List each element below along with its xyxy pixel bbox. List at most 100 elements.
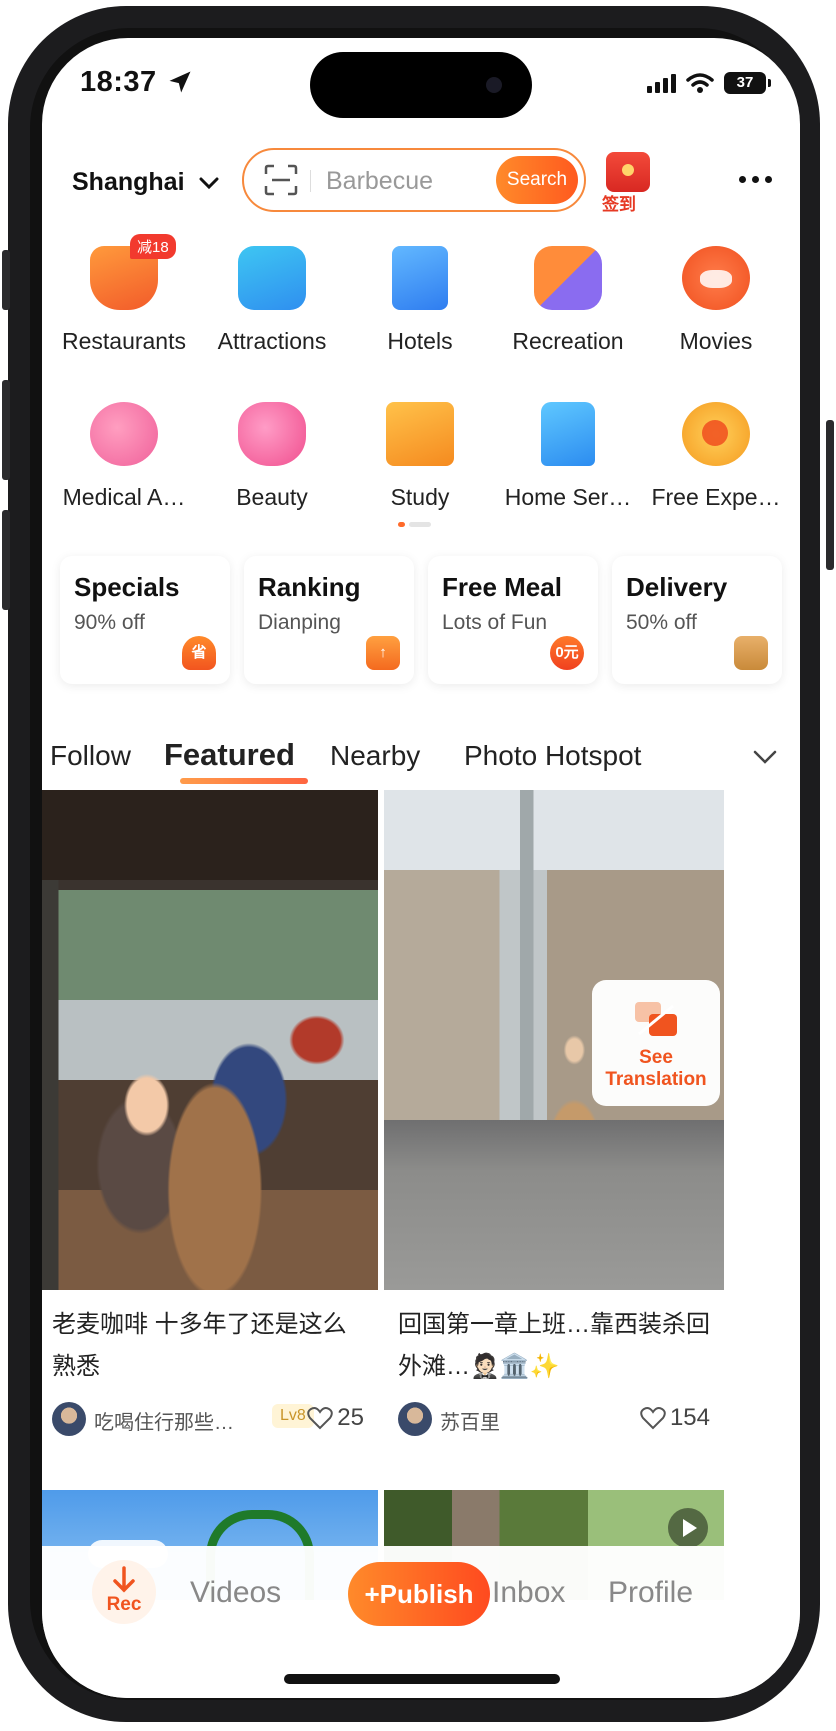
search-input[interactable]: Barbecue (326, 167, 433, 196)
search-bar[interactable]: Barbecue Search (242, 148, 586, 212)
medical-icon (90, 402, 158, 466)
cafe-photo[interactable] (42, 790, 378, 1290)
more-dot (752, 176, 759, 183)
card-title: 老麦咖啡 十多年了还是这么熟悉 (52, 1311, 347, 1380)
bund-photo[interactable]: See Translation (384, 790, 724, 1290)
like-count: 25 (337, 1404, 364, 1431)
card-title: 回国第一章上班…靠西装杀回外滩…🤵🏻🏛️✨ (398, 1311, 710, 1380)
location-arrow-icon (169, 71, 191, 93)
category-medical[interactable]: Medical A… (50, 394, 198, 514)
promo-specials[interactable]: Specials 90% off 省 (60, 556, 230, 684)
tab-nearby[interactable]: Nearby (330, 740, 420, 772)
tab-photo-hotspot[interactable]: Photo Hotspot (464, 740, 641, 772)
category-label: Attractions (217, 328, 327, 354)
study-icon (386, 402, 454, 466)
translate-icon (635, 1002, 677, 1036)
signal-icon (647, 73, 676, 93)
discount-badge: 减18 (130, 234, 176, 259)
publish-button[interactable]: +Publish (348, 1562, 490, 1626)
avatar[interactable] (398, 1402, 432, 1436)
avatar[interactable] (52, 1402, 86, 1436)
category-beauty[interactable]: Beauty (198, 394, 346, 514)
chevron-down-icon[interactable] (752, 744, 778, 770)
feed-card[interactable]: 老麦咖啡 十多年了还是这么熟悉 吃喝住行那些… Lv8 25 (42, 790, 378, 1440)
category-recreation[interactable]: Recreation (494, 238, 642, 358)
heart-icon (640, 1407, 666, 1430)
category-study[interactable]: Study (346, 394, 494, 514)
city-selector[interactable]: Shanghai (72, 168, 219, 197)
nav-rec[interactable]: Rec (92, 1560, 156, 1624)
category-label: Recreation (512, 328, 624, 354)
app-screen: 18:37 37 Shanghai Barbecue Search 签到 减18… (42, 38, 800, 1698)
home-services-icon (541, 402, 595, 466)
hotels-icon (392, 246, 448, 310)
attractions-icon (238, 246, 306, 310)
category-movies[interactable]: Movies (642, 238, 790, 358)
savings-icon: 省 (182, 636, 216, 670)
checkin-label: 签到 (602, 195, 636, 214)
tab-featured[interactable]: Featured (164, 737, 295, 773)
like-button[interactable]: 25 (307, 1404, 364, 1432)
free-experience-icon (682, 402, 750, 466)
nav-videos[interactable]: Videos (190, 1576, 281, 1610)
category-label: Study (390, 484, 450, 510)
promo-subtitle: 50% off (626, 611, 697, 634)
more-menu-button[interactable] (739, 176, 772, 183)
category-label: Movies (679, 328, 753, 354)
promo-ranking[interactable]: Ranking Dianping ↑ (244, 556, 414, 684)
scan-icon[interactable] (264, 164, 298, 196)
wifi-icon (686, 73, 714, 93)
promo-free-meal[interactable]: Free Meal Lots of Fun 0元 (428, 556, 598, 684)
side-button (2, 510, 10, 610)
nav-inbox[interactable]: Inbox (492, 1576, 565, 1610)
category-restaurants[interactable]: 减18 Restaurants (50, 234, 198, 358)
camera-dot (486, 77, 502, 93)
category-free-experience[interactable]: Free Expe… (642, 394, 790, 514)
promo-delivery[interactable]: Delivery 50% off (612, 556, 782, 684)
page-dot (409, 522, 431, 527)
promo-subtitle: Lots of Fun (442, 611, 548, 634)
category-label: Beauty (236, 484, 308, 510)
category-hotels[interactable]: Hotels (346, 238, 494, 358)
delivery-bag-icon (734, 636, 768, 670)
category-home-services[interactable]: Home Ser… (494, 394, 642, 514)
author-name[interactable]: 苏百里 (440, 1406, 500, 1435)
page-indicator (398, 522, 431, 527)
promo-title: Delivery (626, 572, 728, 602)
category-attractions[interactable]: Attractions (198, 238, 346, 358)
header: Shanghai Barbecue Search 签到 (42, 130, 800, 220)
recreation-icon (534, 246, 602, 310)
feed-card[interactable]: See Translation 回国第一章上班…靠西装杀回外滩…🤵🏻🏛️✨ 苏百… (384, 790, 724, 1440)
video-play-icon (668, 1508, 708, 1548)
tab-follow[interactable]: Follow (50, 740, 131, 772)
search-button[interactable]: Search (496, 156, 578, 204)
translation-label: See Translation (605, 1047, 707, 1090)
promo-subtitle: Dianping (258, 611, 341, 634)
red-envelope-icon (606, 152, 650, 192)
like-button[interactable]: 154 (640, 1404, 710, 1432)
more-dot (739, 176, 746, 183)
side-button (2, 250, 10, 310)
promo-row: Specials 90% off 省 Ranking Dianping ↑ Fr… (60, 556, 784, 684)
author-name[interactable]: 吃喝住行那些… (94, 1406, 234, 1435)
home-indicator[interactable] (284, 1674, 560, 1684)
status-bar: 18:37 37 (42, 38, 800, 128)
see-translation-button[interactable]: See Translation (592, 980, 720, 1106)
checkin-button[interactable]: 签到 (598, 148, 662, 214)
feed-tabs: Follow Featured Nearby Photo Hotspot (42, 726, 800, 790)
category-label: Hotels (387, 328, 453, 354)
category-label: Restaurants (61, 328, 186, 354)
chevron-down-icon (199, 177, 219, 189)
beauty-icon (238, 402, 306, 466)
nav-profile[interactable]: Profile (608, 1576, 693, 1610)
movies-icon (682, 246, 750, 310)
category-label: Medical A… (62, 484, 186, 510)
city-label: Shanghai (72, 168, 185, 196)
battery-icon: 37 (724, 72, 771, 94)
promo-subtitle: 90% off (74, 611, 145, 634)
category-grid: 减18 Restaurants Attractions Hotels Recre… (50, 234, 792, 514)
category-label: Home Ser… (504, 484, 632, 510)
promo-title: Free Meal (442, 572, 562, 602)
status-icons: 37 (647, 72, 771, 94)
free-meal-icon: 0元 (550, 636, 584, 670)
